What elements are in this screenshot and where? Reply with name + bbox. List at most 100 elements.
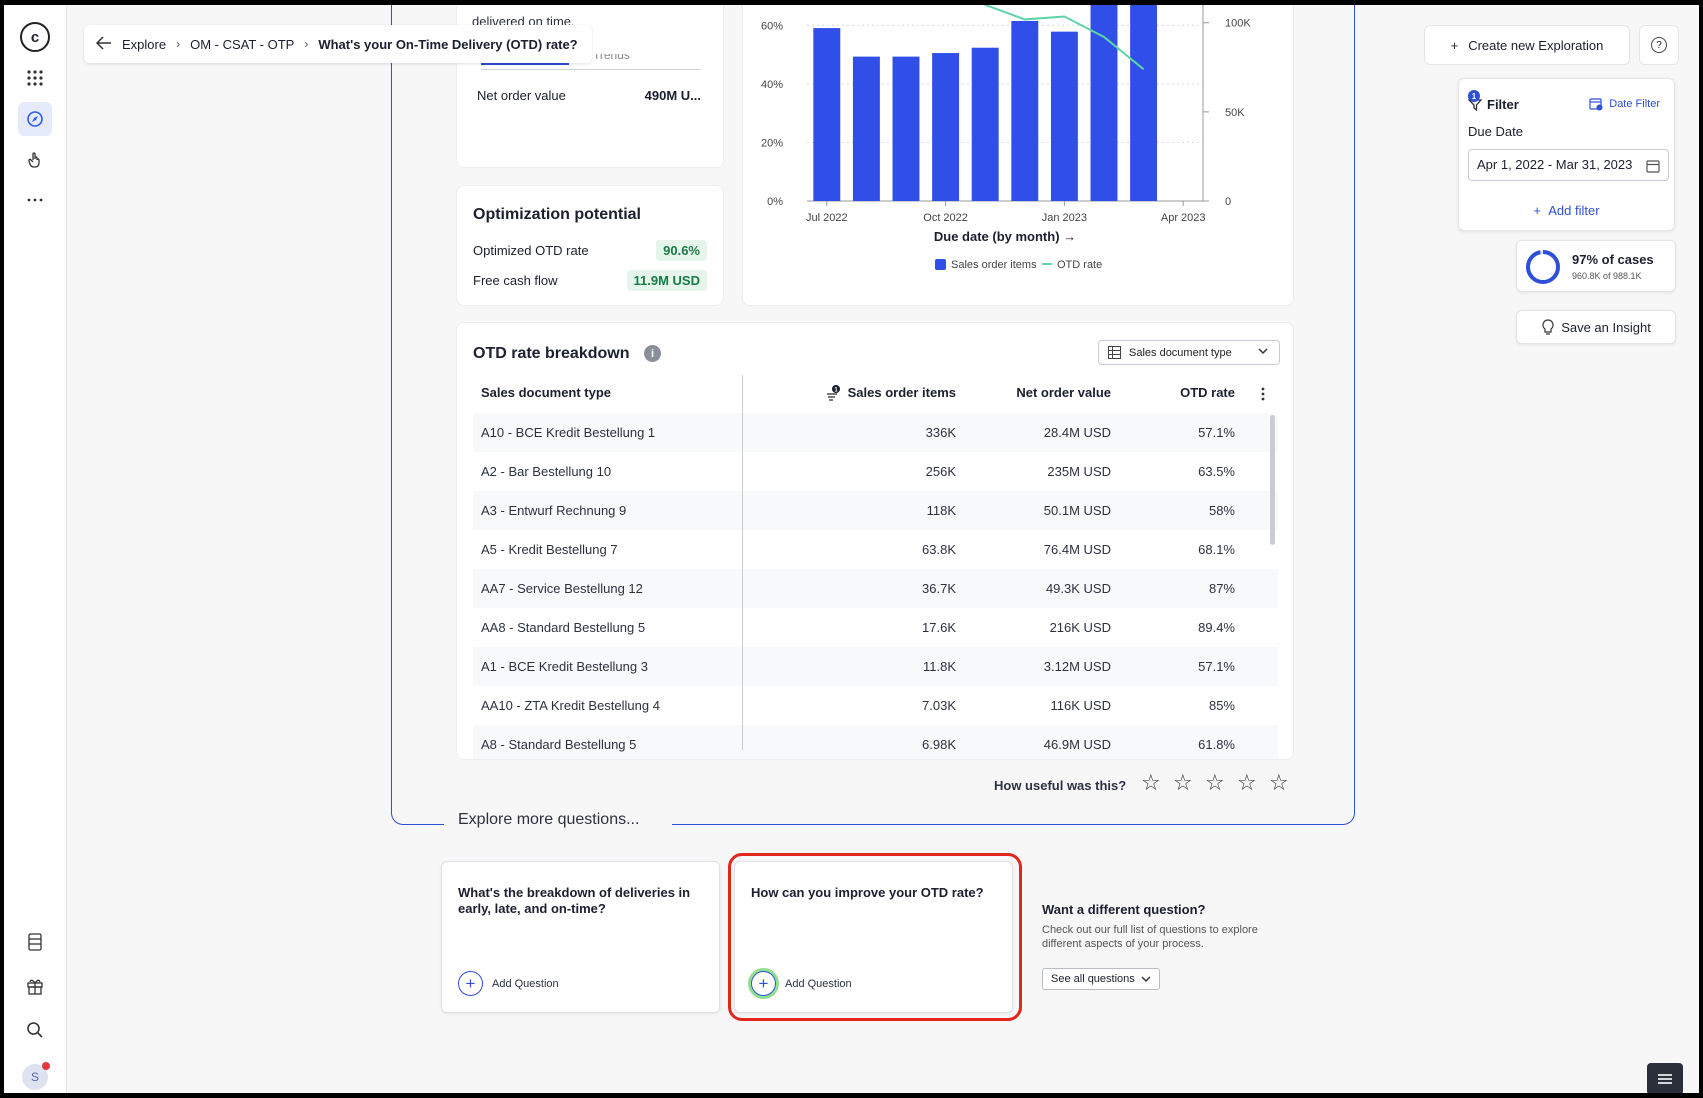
user-avatar[interactable]: S xyxy=(22,1062,50,1090)
menu-button[interactable] xyxy=(1647,1063,1683,1093)
table-row[interactable]: A10 - BCE Kredit Bestellung 1 336K 28.4M U… xyxy=(473,413,1278,452)
compass-icon[interactable] xyxy=(18,102,52,136)
apps-grid-icon[interactable] xyxy=(18,61,52,95)
star-icon[interactable]: ☆ xyxy=(1173,772,1194,794)
col-sales-document-type[interactable]: Sales document type xyxy=(481,373,611,413)
info-icon[interactable]: i xyxy=(644,345,661,362)
cell-doc-type: AA10 - ZTA Kredit Bestellung 4 xyxy=(481,698,660,713)
help-button[interactable]: ? xyxy=(1639,25,1679,65)
cell-otd-rate: 89.4% xyxy=(1198,620,1235,635)
app-logo[interactable]: c xyxy=(20,22,50,52)
table-row[interactable]: AA8 - Standard Bestellung 5 17.6K 216K USD… xyxy=(473,608,1278,647)
chart-bar xyxy=(1090,5,1118,202)
y-left-tick-label: 60% xyxy=(761,20,783,32)
cell-net-value: 116K USD xyxy=(1050,698,1111,713)
net-order-row: Net order value 490M U... xyxy=(477,88,701,103)
cell-order-items: 6.98K xyxy=(922,737,956,752)
cell-otd-rate: 61.8% xyxy=(1198,737,1235,752)
chart-bar xyxy=(1050,31,1078,201)
cell-doc-type: A2 - Bar Bestellung 10 xyxy=(481,464,612,479)
cell-net-value: 46.9M USD xyxy=(1043,737,1111,752)
col-otd-rate[interactable]: OTD rate xyxy=(1180,373,1235,413)
due-date-label: Due Date xyxy=(1468,124,1523,139)
cell-order-items: 118K xyxy=(926,503,956,518)
app-screen: c S Explore more questions... delivered … xyxy=(4,5,1699,1093)
cases-count: 960.8K of 988.1K xyxy=(1572,271,1642,281)
avatar-initial: S xyxy=(30,1070,39,1084)
cell-otd-rate: 57.1% xyxy=(1198,425,1235,440)
add-question-button[interactable]: + Add Question xyxy=(458,971,559,996)
cell-otd-rate: 57.1% xyxy=(1198,659,1235,674)
table-row[interactable]: AA10 - ZTA Kredit Bestellung 4 7.03K 116K … xyxy=(473,686,1278,725)
table-row[interactable]: A8 - Standard Bestellung 5 6.98K 46.9M USD… xyxy=(473,725,1278,759)
optimized-otd-value: 90.6% xyxy=(656,240,707,261)
add-filter-button[interactable]: + Add filter xyxy=(1459,203,1674,218)
see-all-questions-button[interactable]: See all questions xyxy=(1042,968,1160,990)
calendar-icon[interactable] xyxy=(1646,150,1660,180)
create-exploration-button[interactable]: + Create new Exploration xyxy=(1424,25,1630,65)
due-date-input[interactable]: Apr 1, 2022 - Mar 31, 2023 xyxy=(1468,149,1669,181)
breadcrumb-explore[interactable]: Explore xyxy=(122,37,166,52)
table-body: A10 - BCE Kredit Bestellung 1 336K 28.4M U… xyxy=(473,413,1278,759)
sort-icon[interactable]: 1 xyxy=(825,373,841,413)
breadcrumb-process[interactable]: OM - CSAT - OTP xyxy=(190,37,294,52)
chart-bar xyxy=(813,28,841,201)
col-sales-order-items[interactable]: 1 Sales order items xyxy=(827,373,956,413)
cell-otd-rate: 58% xyxy=(1208,503,1235,518)
table-row[interactable]: A5 - Kredit Bestellung 7 63.8K 76.4M USD 68… xyxy=(473,530,1278,569)
gift-icon[interactable] xyxy=(18,969,52,1003)
breakdown-dimension-select[interactable]: Sales document type xyxy=(1098,340,1280,365)
cell-net-value: 216K USD xyxy=(1049,620,1111,635)
explore-more-heading: Explore more questions... xyxy=(458,811,640,828)
star-icon[interactable]: ☆ xyxy=(1141,772,1162,794)
star-icon[interactable]: ☆ xyxy=(1205,772,1226,794)
column-menu-icon[interactable] xyxy=(1261,373,1265,413)
create-exploration-label: Create new Exploration xyxy=(1468,37,1604,53)
help-icon: ? xyxy=(1651,37,1667,53)
column-divider[interactable] xyxy=(742,375,743,750)
optimized-otd-label: Optimized OTD rate xyxy=(473,243,589,258)
hand-pointer-icon[interactable] xyxy=(18,143,52,177)
add-question-label: Add Question xyxy=(492,977,559,990)
question-card[interactable]: What's the breakdown of deliveries in ea… xyxy=(441,861,720,1013)
chart-bar xyxy=(892,56,920,201)
lightbulb-icon xyxy=(1542,319,1554,335)
rating-stars: ☆ ☆ ☆ ☆ ☆ xyxy=(1141,772,1290,794)
data-table-icon[interactable] xyxy=(18,925,52,959)
optimization-card: Optimization potential Optimized OTD rat… xyxy=(456,185,724,306)
different-question-desc: Check out our full list of questions to … xyxy=(1042,924,1258,950)
filter-header[interactable]: 1 Filter xyxy=(1467,90,1519,112)
chart-bar xyxy=(852,56,880,201)
date-filter-button[interactable]: Date Filter xyxy=(1589,97,1660,111)
table-row[interactable]: A2 - Bar Bestellung 10 256K 235M USD 63.5% xyxy=(473,452,1278,491)
filter-panel: 1 Filter Date Filter Due Date Apr 1, 202… xyxy=(1458,78,1675,231)
cell-net-value: 76.4M USD xyxy=(1043,542,1111,557)
table-row[interactable]: A1 - BCE Kredit Bestellung 3 11.8K 3.12M U… xyxy=(473,647,1278,686)
optimized-otd-row: Optimized OTD rate 90.6% xyxy=(473,240,707,261)
table-row[interactable]: A3 - Entwurf Rechnung 9 118K 50.1M USD 58% xyxy=(473,491,1278,530)
star-icon[interactable]: ☆ xyxy=(1269,772,1290,794)
y-right-tick-label: 100K xyxy=(1225,18,1251,30)
cell-otd-rate: 68.1% xyxy=(1198,542,1235,557)
x-tick-label: Apr 2023 xyxy=(1161,212,1206,224)
cell-order-items: 7.03K xyxy=(922,698,956,713)
back-arrow-icon[interactable] xyxy=(95,35,112,53)
x-axis-label: Due date (by month) → xyxy=(934,229,1076,244)
col-net-order-value[interactable]: Net order value xyxy=(1016,373,1111,413)
star-icon[interactable]: ☆ xyxy=(1237,772,1258,794)
cell-net-value: 235M USD xyxy=(1047,464,1111,479)
search-icon[interactable] xyxy=(18,1013,52,1047)
tab-trends[interactable]: Trends xyxy=(593,54,630,62)
cell-otd-rate: 63.5% xyxy=(1198,464,1235,479)
breadcrumb-current: What's your On-Time Delivery (OTD) rate? xyxy=(318,36,578,52)
cell-doc-type: AA7 - Service Bestellung 12 xyxy=(481,581,643,596)
save-insight-button[interactable]: Save an Insight xyxy=(1516,310,1676,344)
y-left-tick-label: 40% xyxy=(761,79,783,91)
plus-icon: + xyxy=(1533,203,1549,218)
cell-net-value: 49.3K USD xyxy=(1045,581,1111,596)
table-row[interactable]: AA7 - Service Bestellung 12 36.7K 49.3K US… xyxy=(473,569,1278,608)
more-icon[interactable] xyxy=(18,183,52,217)
y-left-tick-label: 0% xyxy=(767,196,783,208)
cell-order-items: 17.6K xyxy=(922,620,956,635)
table-scrollbar[interactable] xyxy=(1270,415,1275,545)
